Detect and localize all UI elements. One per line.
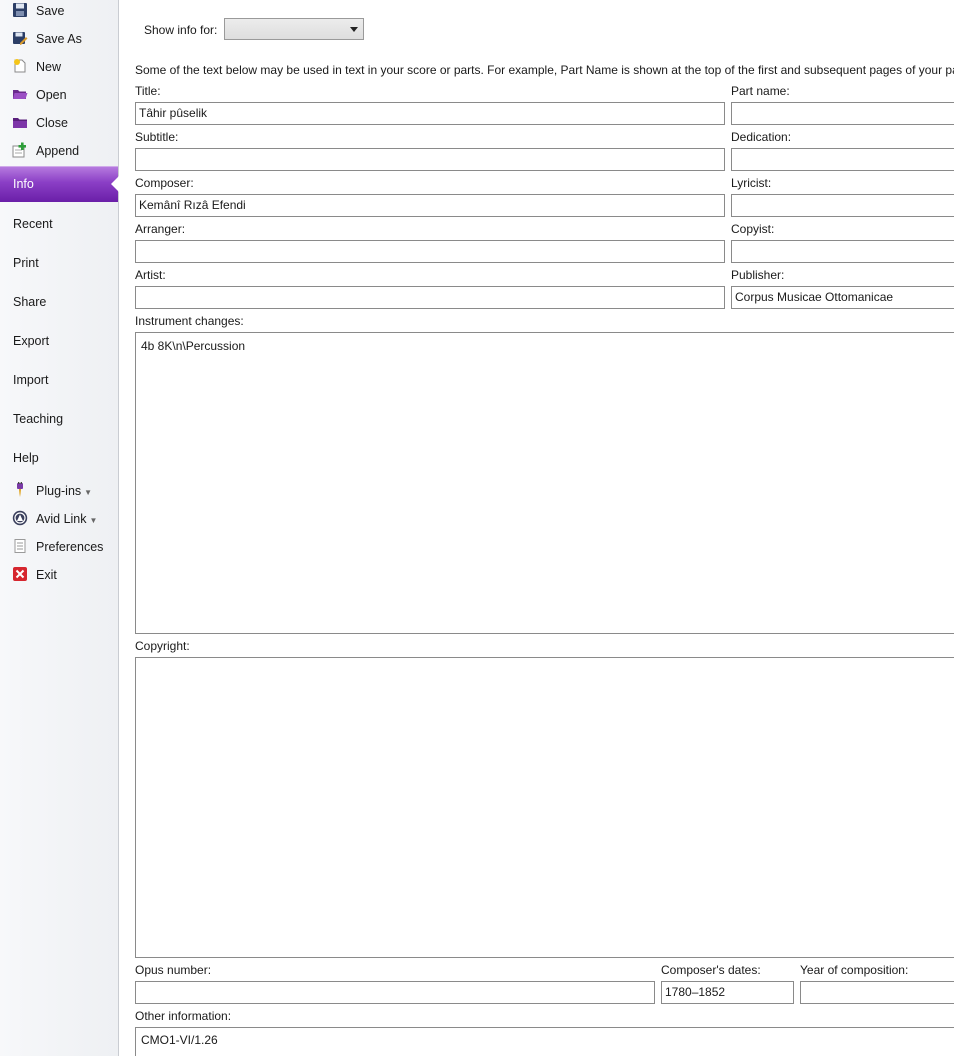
new-icon (14, 59, 26, 73)
publisher-field[interactable]: Corpus Musicae Ottomanicae (731, 286, 954, 309)
dedication-field[interactable] (731, 148, 954, 171)
close-folder-icon (13, 118, 27, 128)
publisher-label: Publisher: (731, 268, 785, 282)
lyricist-label: Lyricist: (731, 176, 772, 190)
opus-number-label: Opus number: (135, 963, 212, 977)
sidebar-item-new[interactable]: New (0, 53, 118, 81)
nav-tab-label: Teaching (13, 412, 64, 426)
sidebar-item-preferences[interactable]: Preferences (0, 533, 118, 561)
sidebar-item-avid-link[interactable]: Avid Link ▼ (0, 505, 118, 533)
lyricist-field[interactable] (731, 194, 954, 217)
nav-tab-label: Recent (13, 217, 53, 231)
other-information-label: Other information: (135, 1009, 232, 1023)
year-of-composition-field[interactable] (800, 981, 954, 1004)
nav-tab-print[interactable]: Print (0, 248, 118, 278)
chevron-down-icon: ▼ (89, 516, 98, 525)
subtitle-label: Subtitle: (135, 130, 179, 144)
exit-icon (13, 567, 27, 581)
composer-field[interactable]: Kemânî Rızâ Efendi (135, 194, 725, 217)
preferences-icon (14, 539, 26, 553)
plugins-icon (17, 482, 23, 497)
nav-tab-info[interactable]: Info (0, 166, 119, 202)
nav-tab-share[interactable]: Share (0, 287, 118, 317)
composers-dates-field[interactable]: 1780–1852 (661, 981, 794, 1004)
copyist-label: Copyist: (731, 222, 775, 236)
title-field[interactable]: Tâhir pûselik (135, 102, 725, 125)
sidebar-item-save[interactable]: Save (0, 0, 118, 25)
nav-tab-teaching[interactable]: Teaching (0, 404, 118, 434)
info-panel: Show info for: Some of the text below ma… (119, 0, 954, 1056)
title-label: Title: (135, 84, 161, 98)
opus-number-field[interactable] (135, 981, 655, 1004)
nav-tab-label: Export (13, 334, 50, 348)
sidebar-item-label: Save As (36, 32, 82, 46)
sidebar-item-append[interactable]: Append (0, 137, 118, 165)
chevron-down-icon (350, 27, 358, 32)
copyright-label: Copyright: (135, 639, 190, 653)
backstage-sidebar: Save Save As New Open Close Append Info … (0, 0, 119, 1056)
active-tab-notch (111, 176, 119, 192)
nav-tab-export[interactable]: Export (0, 326, 118, 356)
sidebar-item-label: Open (36, 88, 67, 102)
sidebar-item-label: Plug-ins ▼ (36, 484, 93, 498)
sidebar-item-save-as[interactable]: Save As (0, 25, 118, 53)
nav-tab-label: Import (13, 373, 49, 387)
year-of-composition-label: Year of composition: (800, 963, 909, 977)
sidebar-item-label: New (36, 60, 62, 74)
other-information-textarea[interactable]: CMO1-VI/1.26 (135, 1027, 954, 1056)
arranger-label: Arranger: (135, 222, 186, 236)
nav-tab-label: Info (13, 177, 34, 191)
sidebar-item-label: Avid Link ▼ (36, 512, 98, 526)
subtitle-field[interactable] (135, 148, 725, 171)
artist-field[interactable] (135, 286, 725, 309)
avid-link-icon (12, 510, 28, 526)
append-icon (12, 142, 26, 158)
copyright-textarea[interactable] (135, 657, 954, 958)
copyist-field[interactable] (731, 240, 954, 263)
sidebar-item-label: Exit (36, 568, 57, 582)
show-info-dropdown[interactable] (224, 18, 364, 40)
sidebar-item-plugins[interactable]: Plug-ins ▼ (0, 477, 118, 505)
part-name-field[interactable] (731, 102, 954, 125)
artist-label: Artist: (135, 268, 166, 282)
info-description: Some of the text below may be used in te… (135, 63, 954, 77)
chevron-down-icon: ▼ (84, 488, 93, 497)
open-folder-icon (13, 90, 28, 99)
sidebar-item-close[interactable]: Close (0, 109, 118, 137)
nav-tab-help[interactable]: Help (0, 443, 118, 473)
nav-tab-recent[interactable]: Recent (0, 209, 118, 239)
save-as-icon (13, 32, 28, 45)
sidebar-item-label: Append (36, 144, 80, 158)
sidebar-item-exit[interactable]: Exit (0, 561, 118, 589)
dedication-label: Dedication: (731, 130, 792, 144)
nav-tab-label: Share (13, 295, 47, 309)
instrument-changes-textarea[interactable]: 4b 8K\n\Percussion (135, 332, 954, 634)
sidebar-item-label: Close (36, 116, 68, 130)
sidebar-item-label: Save (36, 4, 65, 18)
instrument-changes-label: Instrument changes: (135, 314, 244, 328)
composers-dates-label: Composer's dates: (661, 963, 761, 977)
arranger-field[interactable] (135, 240, 725, 263)
show-info-label: Show info for: (144, 23, 218, 37)
nav-tab-label: Help (13, 451, 39, 465)
composer-label: Composer: (135, 176, 194, 190)
save-icon (13, 3, 27, 17)
sidebar-item-label: Preferences (36, 540, 104, 554)
part-name-label: Part name: (731, 84, 790, 98)
nav-tab-import[interactable]: Import (0, 365, 118, 395)
sidebar-item-open[interactable]: Open (0, 81, 118, 109)
nav-tab-label: Print (13, 256, 39, 270)
